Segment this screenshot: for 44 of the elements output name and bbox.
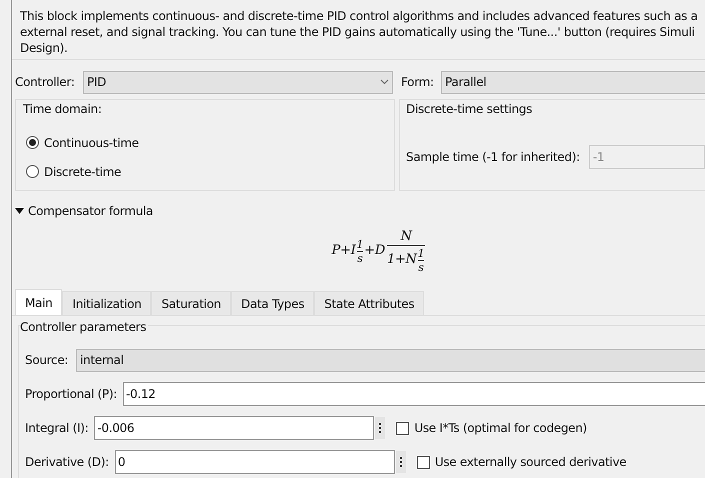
- description-text: This block implements continuous- and discrete-time PID control algorithms and includes advanced features such as a: [20, 8, 698, 24]
- tab[interactable]: Initialization: [62, 291, 152, 315]
- fraction-numerator: N: [400, 230, 412, 242]
- tab[interactable]: Data Types: [231, 291, 314, 315]
- radio-label: Discrete-time: [44, 164, 122, 180]
- source-label: Source:: [25, 352, 70, 369]
- fraction-denominator: 1+N: [386, 252, 417, 270]
- checkbox-label: Use externally sourced derivative: [434, 454, 626, 471]
- sample-time-label: Sample time (-1 for inherited):: [406, 149, 580, 166]
- expand-triangle-icon[interactable]: [15, 207, 24, 215]
- tab[interactable]: Main: [15, 289, 62, 315]
- formula-text: P+I: [332, 242, 356, 260]
- tab[interactable]: State Attributes: [314, 291, 424, 315]
- more-options-button[interactable]: [375, 417, 386, 439]
- checkbox[interactable]: [416, 456, 430, 468]
- checkbox[interactable]: [396, 422, 410, 434]
- group-title: Discrete-time settings: [406, 101, 532, 118]
- description-text: Design).: [20, 40, 68, 56]
- parameter-field[interactable]: -0.12: [122, 382, 705, 406]
- checkbox-label: Use I*Ts (optimal for codegen): [414, 420, 587, 437]
- group-title: Time domain:: [23, 101, 102, 118]
- radio-label: Continuous-time: [44, 134, 139, 152]
- parameter-label: Proportional (P):: [25, 386, 117, 403]
- parameter-label: Derivative (D):: [25, 454, 109, 471]
- section-title: Compensator formula: [28, 203, 153, 220]
- radio-button[interactable]: [26, 136, 39, 149]
- form-label: Form:: [401, 74, 435, 91]
- controller-label: Controller:: [15, 74, 76, 91]
- description-text: external reset, and signal tracking. You can tune the PID gains automatically using the 'Tune...' button (requires Simuli: [20, 24, 695, 40]
- parameter-field[interactable]: -0.006: [94, 416, 374, 440]
- form-dropdown[interactable]: Parallel: [441, 70, 705, 94]
- parameter-field[interactable]: 0: [114, 450, 395, 474]
- controller-dropdown[interactable]: PID: [83, 70, 393, 94]
- fraction-numerator: 1: [418, 248, 424, 258]
- radio-button[interactable]: [26, 165, 39, 178]
- tab[interactable]: Saturation: [151, 291, 231, 315]
- formula-text: +D: [364, 242, 385, 260]
- parameter-label: Integral (I):: [25, 420, 88, 437]
- fraction-denominator: s: [418, 262, 424, 272]
- source-dropdown[interactable]: internal: [76, 348, 705, 372]
- chevron-icon: [380, 79, 389, 85]
- fraction-denominator: s: [357, 252, 363, 264]
- fraction-numerator: 1: [356, 238, 364, 250]
- more-options-button[interactable]: [396, 451, 406, 473]
